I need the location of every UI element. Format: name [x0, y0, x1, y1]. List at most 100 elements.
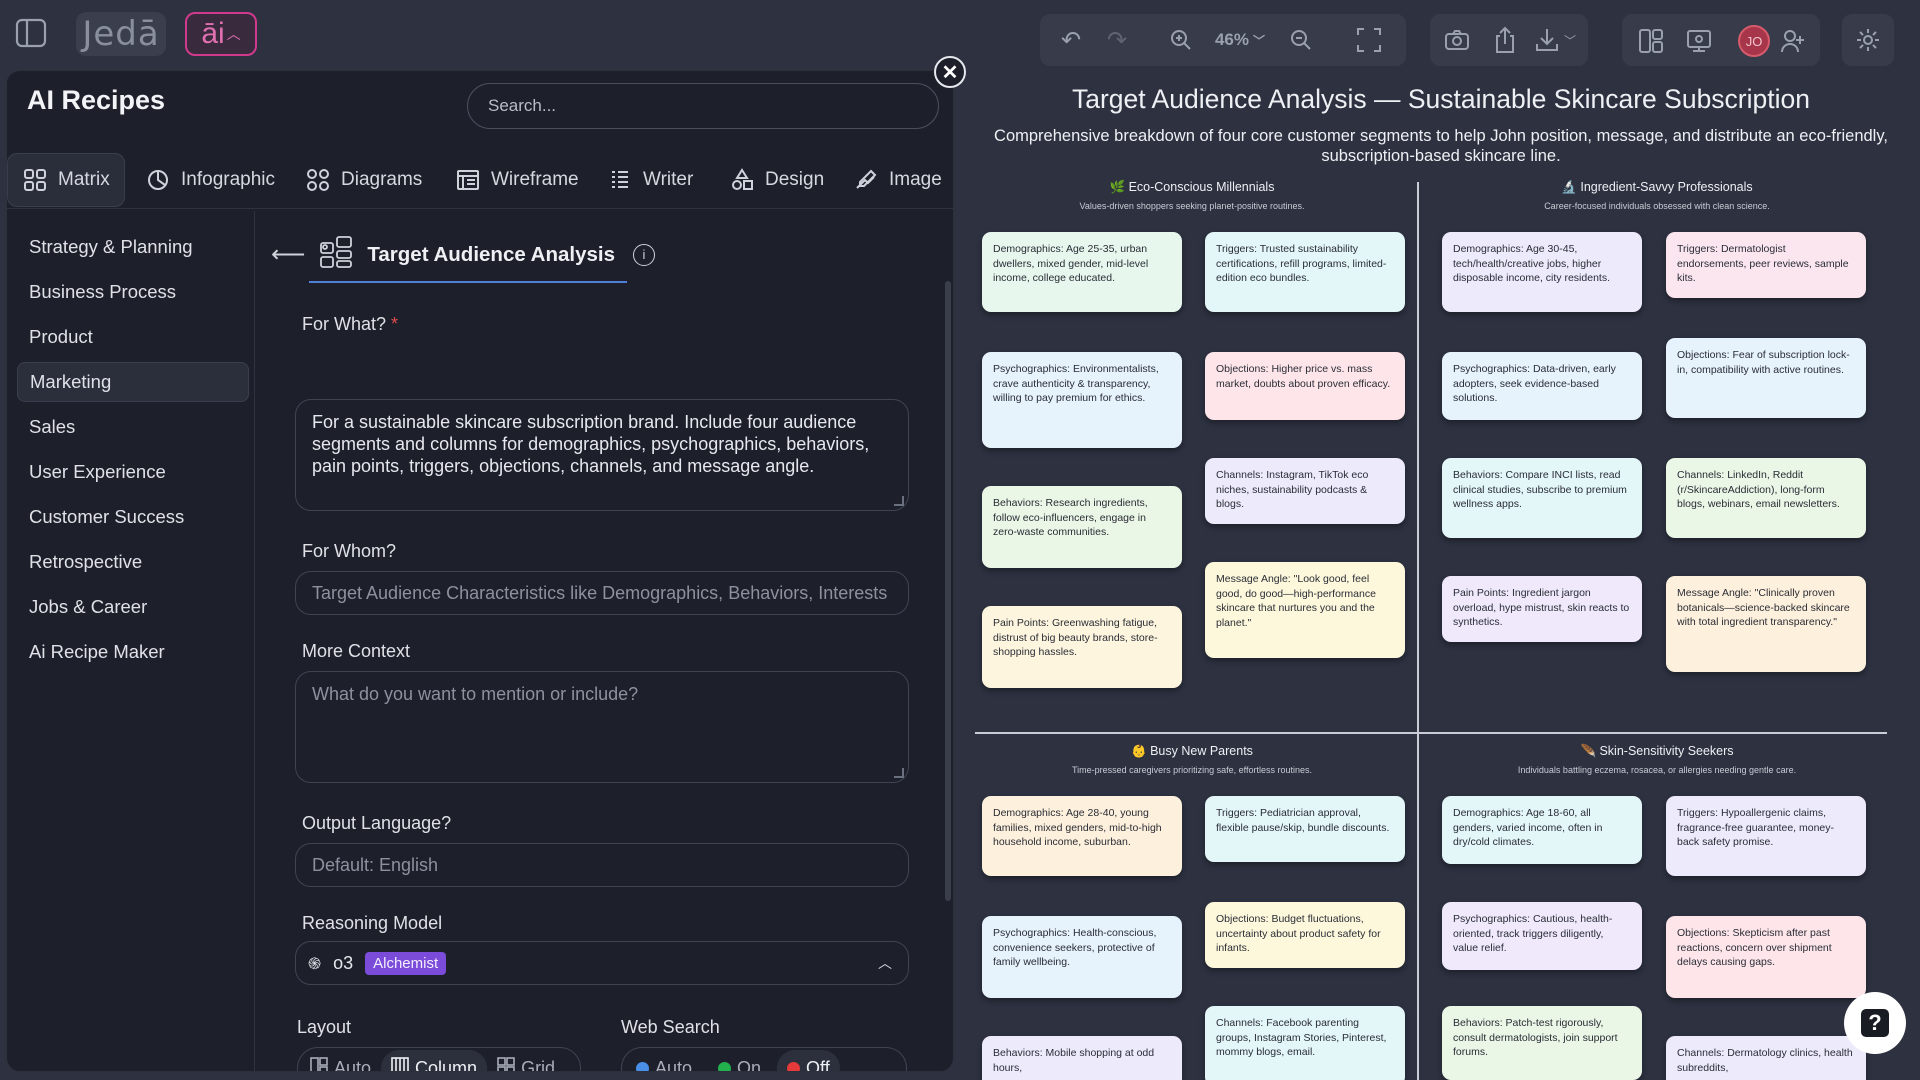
segment-card[interactable]: Channels: Facebook parenting groups, Ins… — [1205, 1006, 1405, 1080]
download-icon[interactable]: ﹀ — [1530, 24, 1580, 56]
segment-card[interactable]: Pain Points: Greenwashing fatigue, distr… — [982, 606, 1182, 688]
resize-handle-icon[interactable] — [894, 496, 904, 506]
output-language-input[interactable]: Default: English — [295, 843, 909, 887]
segment-card[interactable]: Triggers: Hypoallergenic claims, fragran… — [1666, 796, 1866, 876]
sidebar-item-product[interactable]: Product — [17, 317, 249, 357]
segment-card[interactable]: Channels: Dermatology clinics, health su… — [1666, 1036, 1866, 1080]
sidebar-item-business-process[interactable]: Business Process — [17, 272, 249, 312]
zoom-in-icon[interactable] — [1166, 26, 1196, 54]
layout-option-grid[interactable]: Grid — [487, 1050, 565, 1071]
quadrant-divider-horizontal — [975, 732, 1887, 734]
ai-label: āi — [201, 17, 225, 50]
segment-card[interactable]: Psychographics: Health-conscious, conven… — [982, 916, 1182, 998]
web-search-toggle: Auto On Off — [621, 1047, 907, 1071]
segment-card[interactable]: Channels: Instagram, TikTok eco niches, … — [1205, 458, 1405, 524]
sidebar-item-label: User Experience — [29, 461, 166, 482]
tab-infographic[interactable]: Infographic — [145, 153, 275, 207]
tab-diagrams[interactable]: Diagrams — [305, 153, 422, 207]
redo-icon[interactable]: ↷ — [1102, 26, 1132, 54]
segment-card[interactable]: Triggers: Pediatrician approval, flexibl… — [1205, 796, 1405, 862]
sidebar-item-customer-success[interactable]: Customer Success — [17, 497, 249, 537]
board-subtitle: Comprehensive breakdown of four core cus… — [994, 127, 1888, 165]
segment-card[interactable]: Objections: Budget fluctuations, uncerta… — [1205, 902, 1405, 968]
sidebar-toggle-icon[interactable] — [12, 14, 50, 52]
tab-writer[interactable]: Writer — [607, 153, 693, 207]
zoom-level-dropdown[interactable]: 46% ﹀ — [1210, 26, 1270, 54]
segment-card[interactable]: Behaviors: Research ingredients, follow … — [982, 486, 1182, 568]
zoom-level: 46% — [1214, 30, 1249, 49]
tab-label: Diagrams — [341, 169, 423, 190]
segment-card[interactable]: Psychographics: Environmentalists, crave… — [982, 352, 1182, 448]
segment-card[interactable]: Message Angle: "Clinically proven botani… — [1666, 576, 1866, 672]
web-search-option-on[interactable]: On — [708, 1050, 771, 1071]
info-icon[interactable]: i — [633, 243, 655, 266]
tab-wireframe[interactable]: Wireframe — [455, 153, 579, 207]
sidebar-item-user-experience[interactable]: User Experience — [17, 452, 249, 492]
gear-icon[interactable] — [1852, 25, 1884, 55]
segment-card[interactable]: Behaviors: Mobile shopping at odd hours, — [982, 1036, 1182, 1080]
close-panel-button[interactable]: ✕ — [934, 56, 966, 88]
recipe-tabs: Matrix Infographic Diagrams Wireframe Wr… — [7, 151, 953, 209]
sidebar-item-retrospective[interactable]: Retrospective — [17, 542, 249, 582]
segment-card[interactable]: Objections: Skepticism after past reacti… — [1666, 916, 1866, 998]
segment-card[interactable]: Channels: LinkedIn, Reddit (r/SkincareAd… — [1666, 458, 1866, 538]
reasoning-model-select[interactable]: ֍ o3 Alchemist ︿ — [295, 941, 909, 985]
sidebar-item-strategy[interactable]: Strategy & Planning — [17, 227, 249, 267]
share-icon[interactable] — [1490, 24, 1520, 56]
segment-card[interactable]: Behaviors: Compare INCI lists, read clin… — [1442, 458, 1642, 538]
layout-option-auto[interactable]: Auto — [300, 1050, 381, 1071]
recipe-icon — [319, 235, 353, 274]
segment-card[interactable]: Psychographics: Data-driven, early adopt… — [1442, 352, 1642, 420]
avatar[interactable]: JO — [1738, 25, 1770, 57]
segment-card[interactable]: Triggers: Dermatologist endorsements, pe… — [1666, 232, 1866, 298]
segment-card[interactable]: Behaviors: Patch-test rigorously, consul… — [1442, 1006, 1642, 1080]
more-context-textarea[interactable]: What do you want to mention or include? — [295, 671, 909, 783]
search-input[interactable] — [467, 83, 939, 129]
segment-card[interactable]: Message Angle: "Look good, feel good, do… — [1205, 562, 1405, 658]
presentation-icon[interactable] — [1684, 26, 1714, 56]
view-group: JO — [1622, 14, 1820, 66]
sidebar-item-recipe-maker[interactable]: Ai Recipe Maker — [17, 632, 249, 672]
brand-logo[interactable]: Jedā — [76, 12, 166, 56]
model-badge: Alchemist — [365, 951, 447, 975]
ai-recipes-toggle-button[interactable]: āi ︿ — [185, 12, 257, 56]
tab-design[interactable]: Design — [729, 153, 824, 207]
web-search-option-off[interactable]: Off — [777, 1050, 840, 1071]
segment-card[interactable]: Demographics: Age 18-60, all genders, va… — [1442, 796, 1642, 864]
segment-title: 🔬 Ingredient-Savvy Professionals — [1561, 180, 1753, 194]
for-what-label-text: For What? — [302, 314, 387, 334]
segment-card[interactable]: Demographics: Age 28-40, young families,… — [982, 796, 1182, 876]
canvas-board: Target Audience Analysis — Sustainable S… — [962, 70, 1920, 1080]
segment-card[interactable]: Objections: Higher price vs. mass market… — [1205, 352, 1405, 420]
sidebar-item-sales[interactable]: Sales — [17, 407, 249, 447]
panel-scrollbar[interactable] — [945, 281, 951, 901]
help-button[interactable]: ? — [1844, 992, 1906, 1054]
matrix-icon — [22, 167, 48, 193]
for-whom-input[interactable]: Target Audience Characteristics like Dem… — [295, 571, 909, 615]
segment-card[interactable]: Pain Points: Ingredient jargon overload,… — [1442, 576, 1642, 642]
tab-matrix[interactable]: Matrix — [7, 153, 125, 207]
for-what-textarea[interactable]: For a sustainable skincare subscription … — [295, 399, 909, 511]
segment-card[interactable]: Objections: Fear of subscription lock-in… — [1666, 338, 1866, 418]
sidebar-item-jobs-career[interactable]: Jobs & Career — [17, 587, 249, 627]
segment-subtitle: Career-focused individuals obsessed with… — [1544, 201, 1770, 211]
segment-card[interactable]: Demographics: Age 30-45, tech/health/cre… — [1442, 232, 1642, 312]
help-icon: ? — [1861, 1009, 1889, 1037]
zoom-out-icon[interactable] — [1286, 26, 1316, 54]
layout-panels-icon[interactable] — [1636, 26, 1666, 56]
tab-image[interactable]: Image — [853, 153, 942, 207]
web-search-option-auto[interactable]: Auto — [626, 1050, 702, 1071]
sidebar-item-marketing[interactable]: Marketing — [17, 362, 249, 402]
undo-icon[interactable]: ↶ — [1056, 26, 1086, 54]
segment-card[interactable]: Triggers: Trusted sustainability certifi… — [1205, 232, 1405, 312]
camera-icon[interactable] — [1442, 26, 1472, 54]
back-arrow-icon[interactable]: ⟵ — [271, 240, 305, 269]
status-dot-green — [718, 1061, 732, 1071]
ai-recipes-panel: AI Recipes Matrix Infographic Diagrams W… — [6, 70, 954, 1072]
segment-card[interactable]: Demographics: Age 25-35, urban dwellers,… — [982, 232, 1182, 312]
segment-card[interactable]: Psychographics: Cautious, health-oriente… — [1442, 902, 1642, 970]
add-user-icon[interactable] — [1778, 26, 1808, 56]
fit-screen-icon[interactable] — [1352, 24, 1386, 56]
layout-option-column[interactable]: Column — [381, 1050, 488, 1071]
resize-handle-icon[interactable] — [894, 768, 904, 778]
